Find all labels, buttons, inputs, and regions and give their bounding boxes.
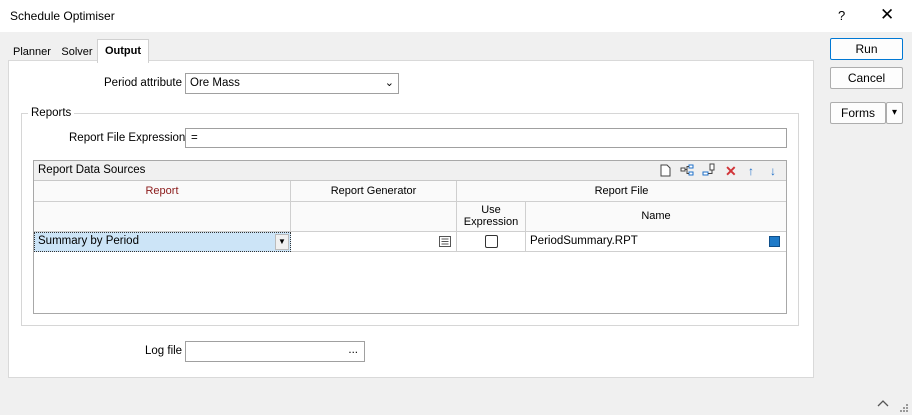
tree-icon[interactable] — [680, 164, 694, 177]
grid-title: Report Data Sources — [38, 164, 146, 176]
help-button[interactable]: ? — [838, 8, 845, 23]
report-cell-select[interactable]: Summary by Period ▼ — [34, 232, 291, 252]
column-subheader-generator — [291, 202, 457, 232]
delete-icon[interactable]: ✕ — [725, 164, 737, 178]
dropdown-arrow-icon[interactable]: ▼ — [275, 234, 289, 250]
browse-button[interactable]: ... — [348, 344, 358, 356]
forms-button[interactable]: Forms — [830, 102, 886, 124]
run-button[interactable]: Run — [830, 38, 903, 60]
period-attribute-select[interactable]: Ore Mass ⌄ — [185, 73, 399, 94]
report-cell-value: Summary by Period — [38, 235, 139, 247]
reports-group-label: Reports — [28, 107, 75, 119]
column-header-report-generator[interactable]: Report Generator — [291, 181, 457, 202]
tab-solver[interactable]: Solver — [57, 40, 97, 62]
forms-dropdown-button[interactable]: ▾ — [886, 102, 903, 124]
report-generator-cell[interactable] — [291, 232, 457, 252]
period-attribute-value: Ore Mass — [190, 77, 240, 89]
cancel-button[interactable]: Cancel — [830, 67, 903, 89]
chevron-up-icon[interactable] — [877, 399, 889, 407]
column-header-name[interactable]: Name — [526, 202, 786, 232]
column-header-report[interactable]: Report — [34, 181, 291, 202]
report-file-expression-label: Report File Expression — [69, 132, 186, 144]
grid-toolbar: Report Data Sources ✕ ↑ ↓ — [34, 161, 786, 181]
column-header-report-file: Report File — [457, 181, 786, 202]
tab-planner[interactable]: Planner — [8, 40, 56, 62]
new-file-icon[interactable] — [660, 164, 671, 177]
list-icon[interactable] — [439, 236, 451, 247]
chevron-down-icon: ⌄ — [384, 77, 394, 89]
tab-output[interactable]: Output — [97, 39, 149, 63]
report-file-expression-input[interactable]: = — [185, 128, 787, 148]
column-subheader-report — [34, 202, 291, 232]
move-up-icon[interactable]: ↑ — [748, 164, 754, 178]
report-file-name-value: PeriodSummary.RPT — [530, 235, 638, 247]
file-color-swatch[interactable] — [769, 236, 780, 247]
use-expression-cell — [457, 232, 526, 252]
resize-grip-icon[interactable] — [898, 402, 910, 414]
insert-icon[interactable] — [702, 163, 716, 177]
move-down-icon[interactable]: ↓ — [770, 164, 776, 178]
log-file-input[interactable]: ... — [185, 341, 365, 362]
column-header-use-expression[interactable]: Use Expression — [457, 202, 526, 232]
period-attribute-label: Period attribute — [104, 77, 182, 89]
title-bar — [0, 0, 912, 32]
report-data-sources-grid: Report Data Sources ✕ ↑ ↓ Report Report … — [33, 160, 787, 314]
window-title: Schedule Optimiser — [10, 9, 115, 23]
log-file-label: Log file — [145, 345, 183, 357]
close-button[interactable]: ✕ — [880, 5, 894, 25]
use-expression-checkbox[interactable] — [485, 235, 498, 248]
report-file-name-cell[interactable]: PeriodSummary.RPT — [526, 232, 786, 252]
